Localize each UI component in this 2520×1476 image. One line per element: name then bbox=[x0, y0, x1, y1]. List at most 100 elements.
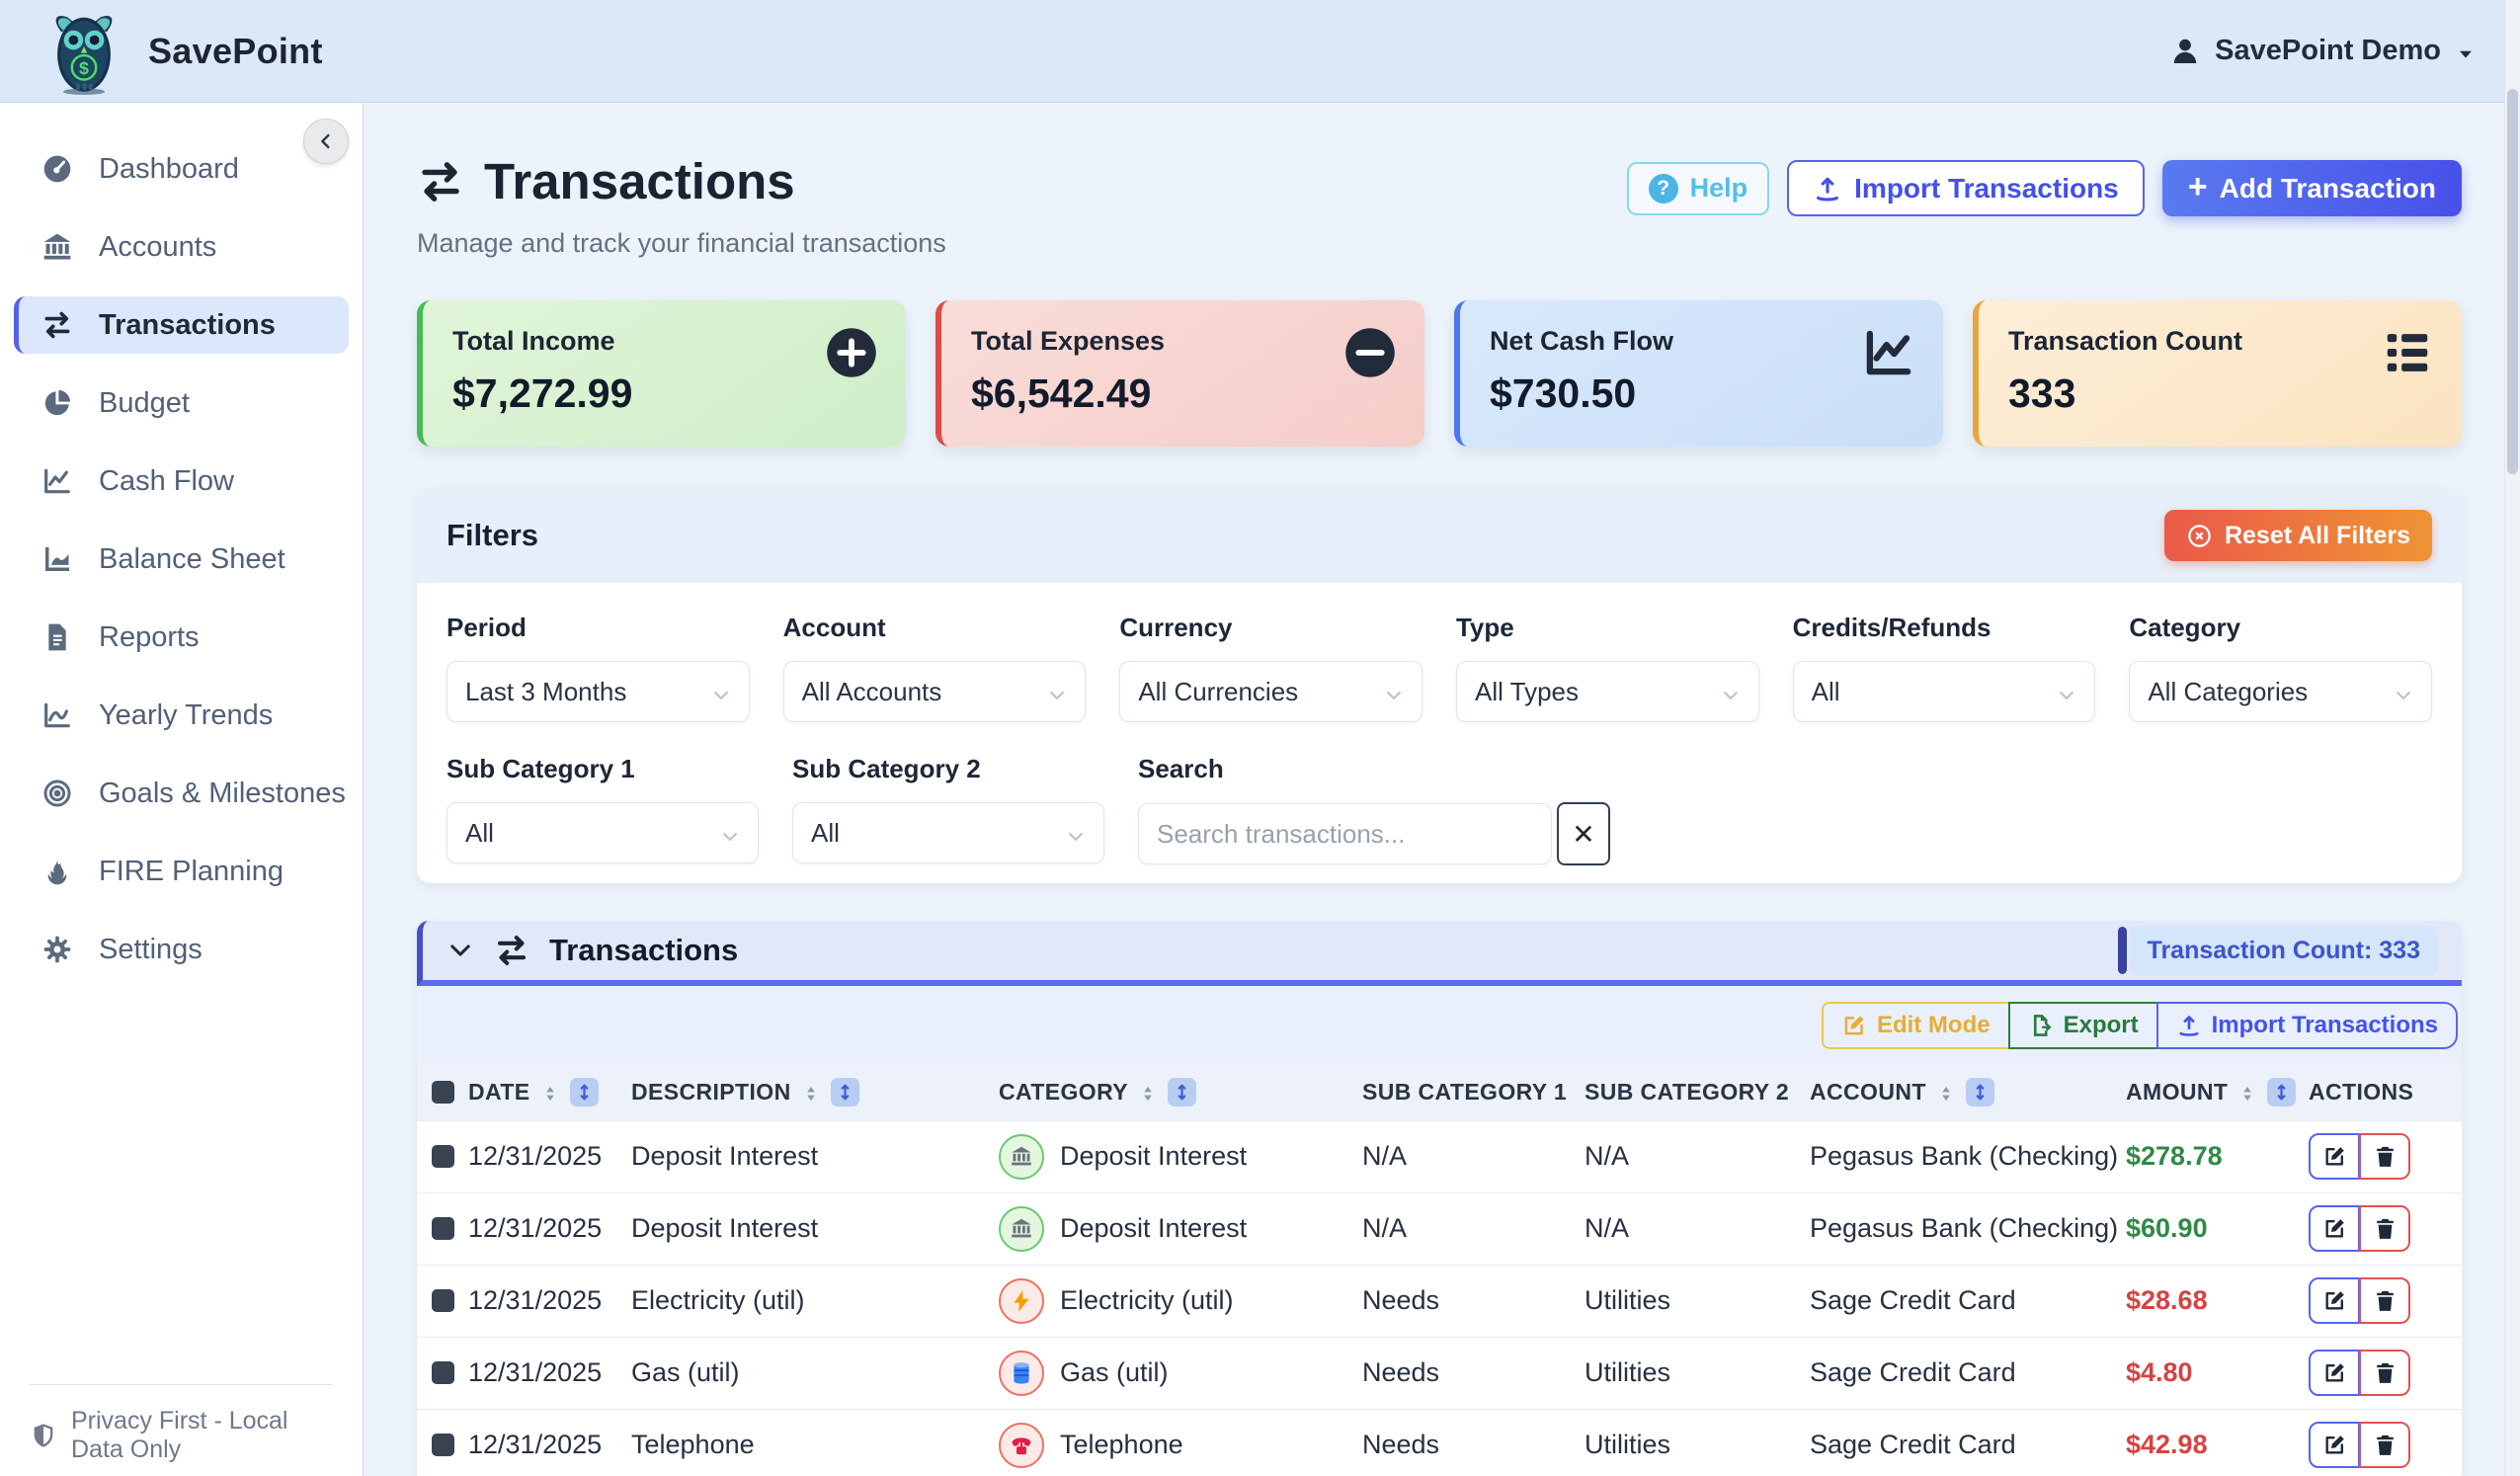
sort-icon[interactable] bbox=[1936, 1083, 1956, 1103]
edit-row-button[interactable] bbox=[2309, 1277, 2360, 1324]
sidebar-item-label: Accounts bbox=[99, 231, 216, 264]
sort-icon[interactable] bbox=[1138, 1083, 1158, 1103]
sidebar-item-label: Reports bbox=[99, 621, 200, 654]
table-row: 12/31/2025Electricity (util)Electricity … bbox=[417, 1265, 2462, 1337]
card-label: Total Income bbox=[452, 326, 876, 357]
sort-icon[interactable] bbox=[2237, 1083, 2257, 1103]
pie-chart-icon bbox=[41, 387, 73, 419]
column-header-amount[interactable]: AMOUNT bbox=[2126, 1065, 2309, 1120]
edit-row-button[interactable] bbox=[2309, 1422, 2360, 1468]
sidebar: Dashboard Accounts Transactions Budget Cash … bbox=[0, 103, 364, 1476]
sidebar-item-cash-flow[interactable]: Cash Flow bbox=[14, 452, 349, 510]
user-menu[interactable]: SavePoint Demo bbox=[2169, 35, 2477, 67]
sidebar-item-reports[interactable]: Reports bbox=[14, 609, 349, 666]
filter-label: Credits/Refunds bbox=[1793, 613, 2096, 643]
sidebar-item-label: Balance Sheet bbox=[99, 543, 285, 576]
sidebar-item-budget[interactable]: Budget bbox=[14, 374, 349, 432]
reset-all-filters-button[interactable]: Reset All Filters bbox=[2164, 510, 2432, 561]
delete-row-button[interactable] bbox=[2359, 1350, 2410, 1396]
import-transactions-button[interactable]: Import Transactions bbox=[1787, 160, 2145, 216]
row-checkbox[interactable] bbox=[432, 1361, 454, 1384]
vertical-scrollbar[interactable] bbox=[2504, 0, 2520, 1476]
type-select[interactable]: All Types bbox=[1456, 661, 1759, 722]
row-checkbox[interactable] bbox=[432, 1434, 454, 1456]
brand-name: SavePoint bbox=[148, 31, 323, 72]
column-filter-icon[interactable] bbox=[1966, 1078, 1994, 1107]
column-filter-icon[interactable] bbox=[570, 1078, 599, 1107]
column-header-account[interactable]: ACCOUNT bbox=[1810, 1065, 2126, 1120]
credits-refunds-select[interactable]: All bbox=[1793, 661, 2096, 722]
edit-row-button[interactable] bbox=[2309, 1205, 2360, 1252]
delete-row-button[interactable] bbox=[2359, 1205, 2410, 1252]
sub-category-1-select[interactable]: All bbox=[447, 802, 759, 863]
clear-search-button[interactable]: ✕ bbox=[1557, 802, 1610, 865]
filter-label: Type bbox=[1456, 613, 1759, 643]
sort-icon[interactable] bbox=[540, 1083, 560, 1103]
cell-actions bbox=[2309, 1192, 2462, 1265]
card-value: $7,272.99 bbox=[452, 370, 876, 417]
edit-row-button[interactable] bbox=[2309, 1350, 2360, 1396]
column-filter-icon[interactable] bbox=[2267, 1078, 2296, 1107]
delete-row-button[interactable] bbox=[2359, 1133, 2410, 1180]
sidebar-item-fire-planning[interactable]: FIRE Planning bbox=[14, 843, 349, 900]
chevron-down-icon[interactable] bbox=[447, 937, 474, 964]
delete-row-button[interactable] bbox=[2359, 1422, 2410, 1468]
column-header-date[interactable]: DATE bbox=[468, 1065, 631, 1120]
column-filter-icon[interactable] bbox=[831, 1078, 859, 1107]
scrollbar-thumb[interactable] bbox=[2507, 89, 2518, 474]
filters-panel: Filters Reset All Filters PeriodLast 3 M… bbox=[417, 488, 2462, 883]
edit-row-button[interactable] bbox=[2309, 1133, 2360, 1180]
row-checkbox[interactable] bbox=[432, 1289, 454, 1312]
help-button[interactable]: ? Help bbox=[1627, 162, 1770, 215]
chevron-down-icon bbox=[2057, 682, 2076, 701]
filter-field: PeriodLast 3 Months bbox=[447, 613, 750, 722]
svg-text:$: $ bbox=[79, 57, 89, 77]
sub-category-2-select[interactable]: All bbox=[792, 802, 1104, 863]
transaction-count-badge: Transaction Count: 333 bbox=[2118, 926, 2438, 976]
cell-sub-category-1: Needs bbox=[1362, 1337, 1585, 1409]
sidebar-item-yearly-trends[interactable]: Yearly Trends bbox=[14, 687, 349, 744]
transactions-table: DATEDESCRIPTIONCATEGORYSUB CATEGORY 1SUB… bbox=[417, 1065, 2462, 1476]
row-checkbox[interactable] bbox=[432, 1145, 454, 1168]
cell-actions bbox=[2309, 1409, 2462, 1476]
import-transactions-button-table[interactable]: Import Transactions bbox=[2156, 1002, 2458, 1049]
search-input[interactable] bbox=[1138, 803, 1552, 864]
edit-mode-button[interactable]: Edit Mode bbox=[1822, 1002, 2010, 1049]
filters-title: Filters bbox=[447, 518, 538, 553]
row-checkbox[interactable] bbox=[432, 1217, 454, 1240]
sidebar-item-accounts[interactable]: Accounts bbox=[14, 218, 349, 276]
oil-drum-icon bbox=[999, 1351, 1044, 1396]
upload-icon bbox=[1813, 174, 1842, 204]
chevron-down-icon bbox=[1047, 682, 1067, 701]
search-label: Search bbox=[1138, 754, 1610, 784]
lightning-icon bbox=[999, 1278, 1044, 1324]
category-select[interactable]: All Categories bbox=[2129, 661, 2432, 722]
export-button[interactable]: Export bbox=[2008, 1002, 2158, 1049]
column-header-description[interactable]: DESCRIPTION bbox=[631, 1065, 999, 1120]
plus-circle-icon bbox=[825, 326, 878, 379]
sidebar-item-goals-milestones[interactable]: Goals & Milestones bbox=[14, 765, 349, 822]
cell-amount: $42.98 bbox=[2126, 1409, 2309, 1476]
column-header-category[interactable]: CATEGORY bbox=[999, 1065, 1362, 1120]
add-transaction-button[interactable]: + Add Transaction bbox=[2162, 160, 2462, 216]
sort-icon[interactable] bbox=[801, 1083, 821, 1103]
delete-row-button[interactable] bbox=[2359, 1277, 2410, 1324]
app-window: $ SavePoint SavePoint Demo Dashboard Acco… bbox=[0, 0, 2520, 1476]
column-filter-icon[interactable] bbox=[1168, 1078, 1196, 1107]
sidebar-item-settings[interactable]: Settings bbox=[14, 921, 349, 978]
owl-logo-icon: $ bbox=[43, 8, 124, 95]
main-content: Transactions Manage and track your finan… bbox=[364, 103, 2520, 1476]
currency-select[interactable]: All Currencies bbox=[1119, 661, 1423, 722]
filter-field: Sub Category 2All bbox=[792, 754, 1104, 865]
sidebar-collapse-button[interactable] bbox=[303, 119, 349, 164]
sidebar-item-label: Cash Flow bbox=[99, 465, 234, 498]
list-icon bbox=[2381, 326, 2434, 379]
sidebar-item-balance-sheet[interactable]: Balance Sheet bbox=[14, 531, 349, 588]
sidebar-item-transactions[interactable]: Transactions bbox=[14, 296, 349, 354]
select-all-checkbox[interactable] bbox=[432, 1081, 454, 1104]
period-select[interactable]: Last 3 Months bbox=[447, 661, 750, 722]
area-chart-icon bbox=[41, 543, 73, 575]
card-value: 333 bbox=[2008, 370, 2432, 417]
account-select[interactable]: All Accounts bbox=[783, 661, 1087, 722]
sidebar-item-dashboard[interactable]: Dashboard bbox=[14, 140, 349, 198]
